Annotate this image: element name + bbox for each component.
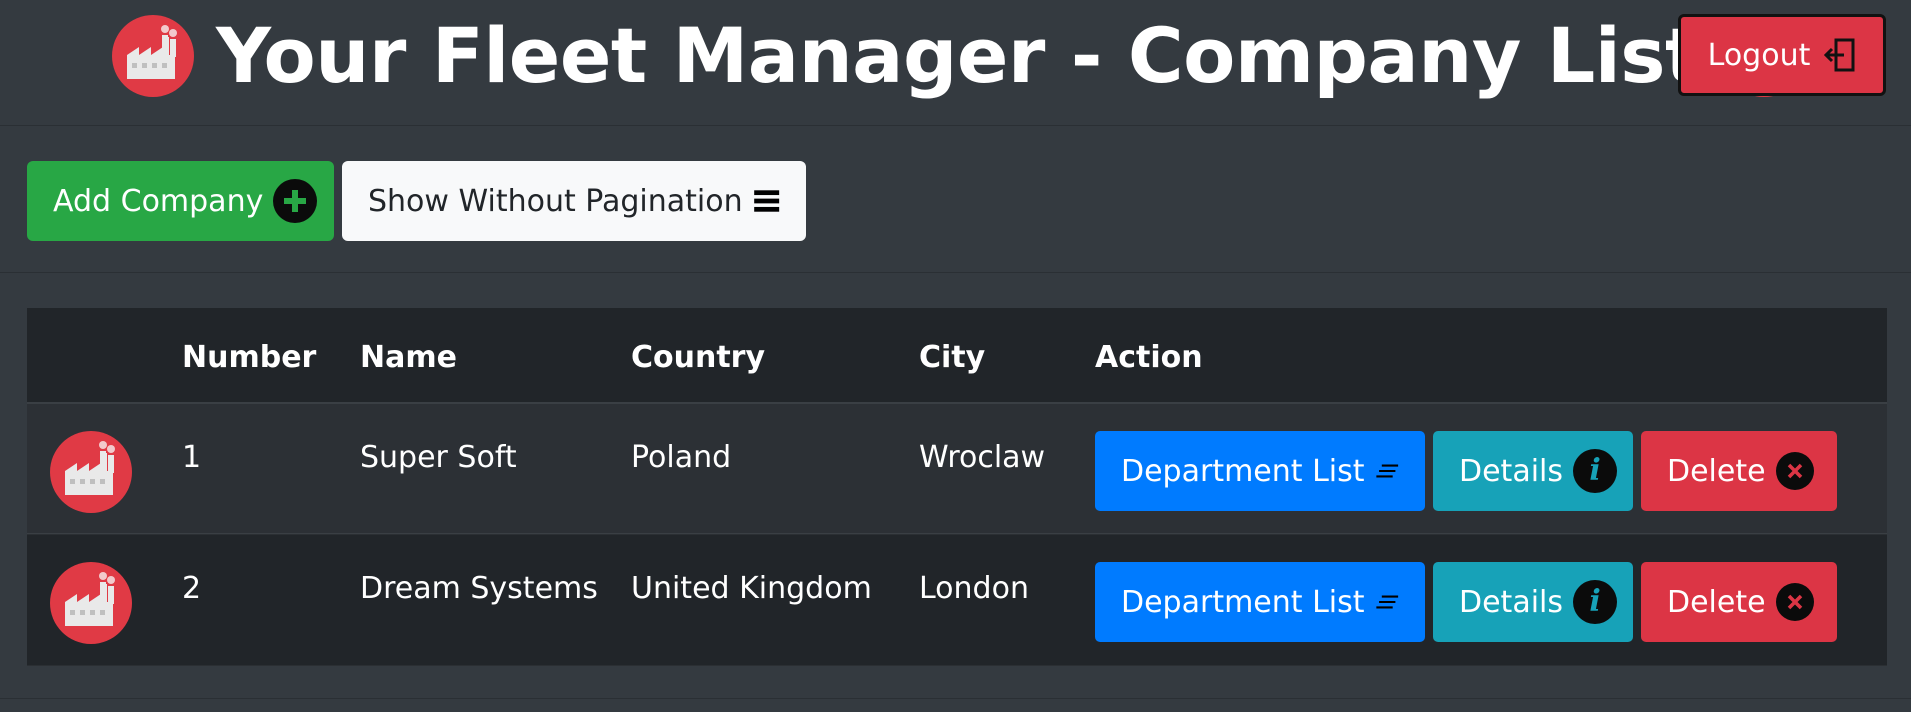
page-header: Your Fleet Manager - Company List Logout — [0, 0, 1911, 126]
cell-country: Poland — [631, 440, 732, 475]
plus-circle-icon — [273, 179, 318, 223]
show-without-pagination-button[interactable]: Show Without Pagination — [342, 161, 806, 241]
cell-name: Dream Systems — [360, 571, 598, 606]
cell-country: United Kingdom — [631, 571, 872, 606]
add-company-button[interactable]: Add Company — [27, 161, 334, 241]
company-table: Number Name Country City Action 1 Super … — [27, 308, 1887, 666]
cell-city: Wroclaw — [919, 440, 1046, 475]
cell-city: London — [919, 571, 1029, 606]
x-circle-icon — [1775, 452, 1814, 490]
cell-number: 2 — [182, 571, 202, 606]
logout-button[interactable]: Logout — [1678, 14, 1886, 96]
table-row: 2 Dream Systems United Kingdom London De… — [27, 535, 1887, 665]
x-circle-icon — [1775, 583, 1814, 621]
delete-button[interactable]: Delete — [1641, 431, 1837, 511]
column-header-name: Name — [360, 340, 457, 375]
show-without-pagination-label: Show Without Pagination — [368, 183, 743, 219]
logout-icon — [1824, 38, 1855, 72]
info-icon: i — [1573, 449, 1618, 493]
table-header: Number Name Country City Action — [27, 308, 1887, 404]
details-label: Details — [1459, 453, 1564, 489]
text-lines-icon — [1375, 464, 1398, 478]
details-label: Details — [1459, 584, 1564, 620]
details-button[interactable]: Details i — [1433, 431, 1633, 511]
delete-button[interactable]: Delete — [1641, 562, 1837, 642]
text-lines-icon — [1375, 595, 1398, 609]
column-header-action: Action — [1095, 340, 1203, 375]
department-list-label: Department List — [1121, 453, 1365, 489]
add-company-label: Add Company — [53, 183, 264, 219]
info-icon: i — [1573, 580, 1618, 624]
divider — [0, 698, 1911, 699]
factory-icon — [112, 15, 194, 97]
factory-icon — [50, 431, 132, 513]
logout-label: Logout — [1707, 37, 1811, 73]
column-header-city: City — [919, 340, 986, 375]
department-list-button[interactable]: Department List — [1095, 562, 1425, 642]
column-header-country: Country — [631, 340, 766, 375]
delete-label: Delete — [1667, 584, 1766, 620]
toolbar: Add Company Show Without Pagination — [0, 126, 1911, 273]
department-list-button[interactable]: Department List — [1095, 431, 1425, 511]
delete-label: Delete — [1667, 453, 1766, 489]
page-title: Your Fleet Manager - Company List — [216, 11, 1701, 100]
list-icon — [753, 190, 779, 212]
factory-icon — [50, 562, 132, 644]
details-button[interactable]: Details i — [1433, 562, 1633, 642]
cell-name: Super Soft — [360, 440, 517, 475]
table-row: 1 Super Soft Poland Wroclaw Department L… — [27, 404, 1887, 534]
cell-number: 1 — [182, 440, 202, 475]
column-header-number: Number — [182, 340, 317, 375]
department-list-label: Department List — [1121, 584, 1365, 620]
title-wrap: Your Fleet Manager - Company List — [112, 8, 1805, 104]
